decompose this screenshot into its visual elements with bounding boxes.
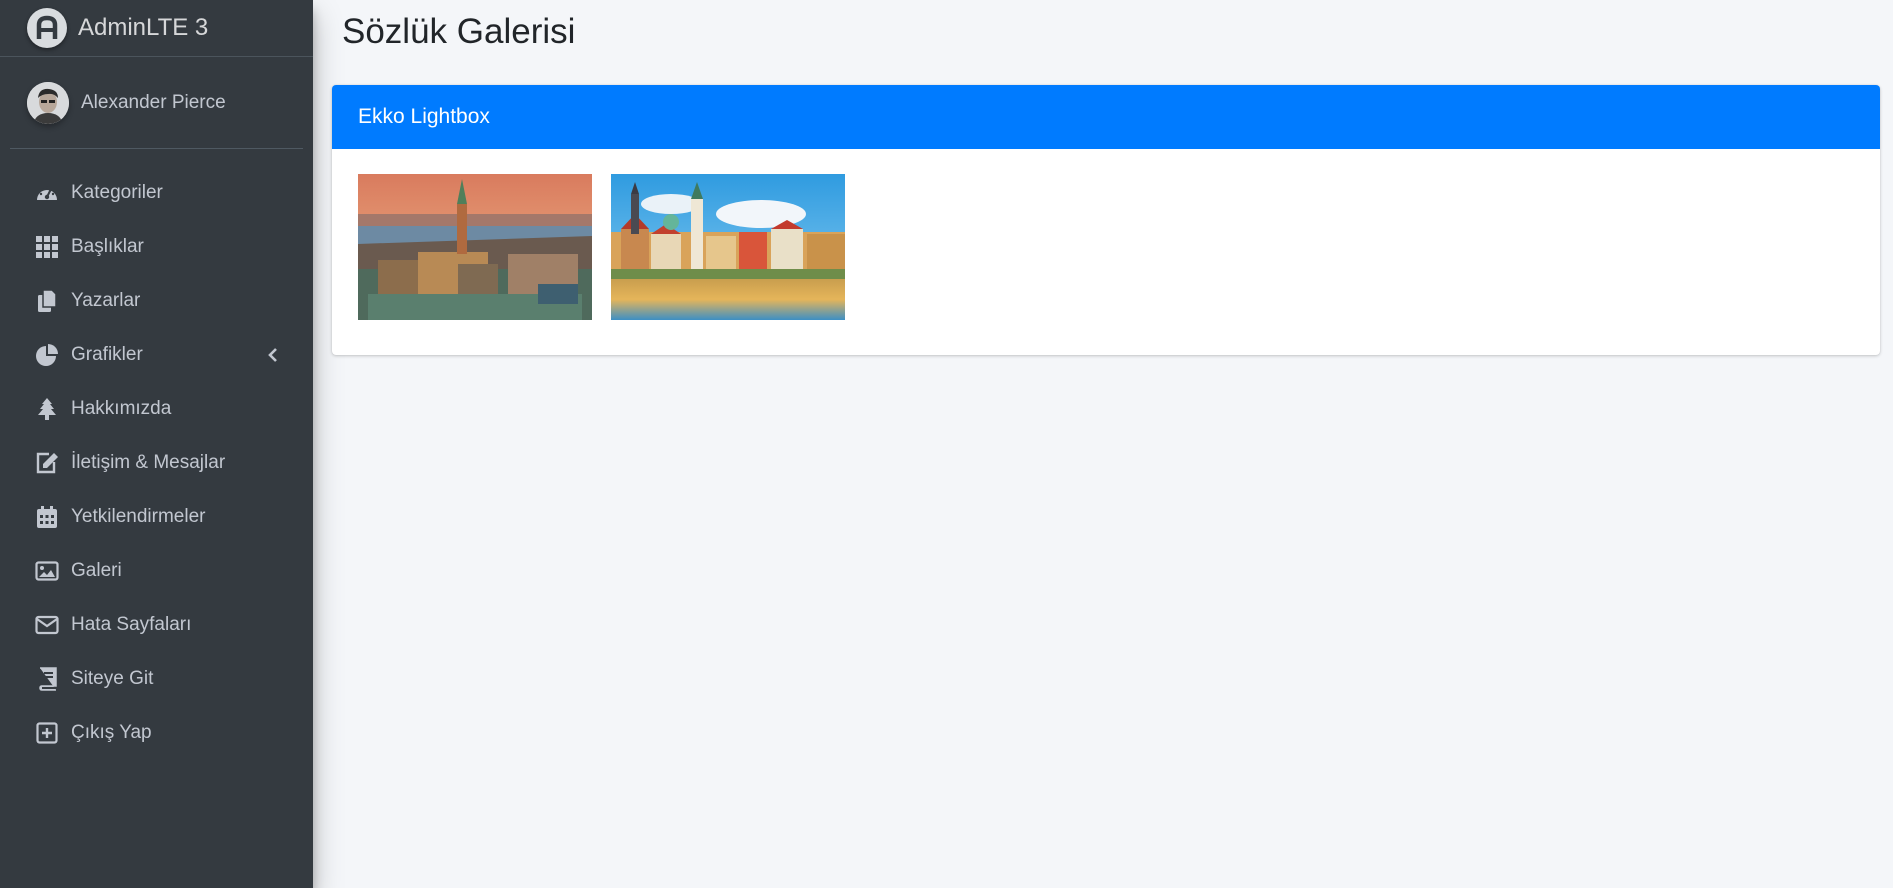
card-title: Ekko Lightbox bbox=[358, 105, 490, 128]
sidebar-item-hakkimizda[interactable]: Hakkımızda bbox=[0, 382, 313, 436]
tree-icon bbox=[35, 397, 59, 421]
calendar-icon bbox=[35, 505, 59, 529]
brand-link[interactable]: AdminLTE 3 bbox=[0, 0, 313, 57]
city-hall-sunset-photo bbox=[358, 174, 592, 320]
sidebar: AdminLTE 3 Alexander Pierce Kategoriler bbox=[0, 0, 313, 888]
sidebar-item-label: Galeri bbox=[71, 560, 122, 581]
adminlte-logo-icon bbox=[27, 8, 67, 48]
plus-square-icon bbox=[35, 721, 59, 745]
user-avatar bbox=[27, 81, 69, 124]
sidebar-item-galeri[interactable]: Galeri bbox=[0, 544, 313, 598]
book-icon bbox=[35, 667, 59, 691]
sidebar-item-kategoriler[interactable]: Kategoriler bbox=[0, 166, 313, 220]
sidebar-item-iletisim-mesajlar[interactable]: İletişim & Mesajlar bbox=[0, 436, 313, 490]
sidebar-nav: Kategoriler Başlıklar Yazarlar Grafikler bbox=[0, 166, 313, 760]
sidebar-item-label: Yazarlar bbox=[71, 290, 141, 311]
sidebar-item-label: İletişim & Mesajlar bbox=[71, 452, 226, 473]
sidebar-item-label: Yetkilendirmeler bbox=[71, 506, 206, 527]
tachometer-icon bbox=[35, 181, 59, 205]
brand-text: AdminLTE 3 bbox=[78, 14, 209, 41]
sidebar-item-yazarlar[interactable]: Yazarlar bbox=[0, 274, 313, 328]
image-icon bbox=[35, 559, 59, 583]
sidebar-item-label: Kategoriler bbox=[71, 182, 163, 203]
sidebar-item-label: Siteye Git bbox=[71, 668, 154, 689]
gallery-card: Ekko Lightbox bbox=[332, 85, 1880, 355]
sidebar-item-label: Başlıklar bbox=[71, 236, 144, 257]
sidebar-item-label: Hata Sayfaları bbox=[71, 614, 192, 635]
user-panel[interactable]: Alexander Pierce bbox=[10, 57, 303, 149]
sidebar-item-cikis-yap[interactable]: Çıkış Yap bbox=[0, 706, 313, 760]
gallery-thumbnail-riverside[interactable] bbox=[611, 174, 845, 320]
sidebar-item-label: Grafikler bbox=[71, 344, 143, 365]
sidebar-item-label: Çıkış Yap bbox=[71, 722, 152, 743]
sidebar-item-label: Hakkımızda bbox=[71, 398, 172, 419]
sidebar-item-siteye-git[interactable]: Siteye Git bbox=[0, 652, 313, 706]
edit-icon bbox=[35, 451, 59, 475]
envelope-icon bbox=[35, 613, 59, 637]
content-wrapper: Sözlük Galerisi Ekko Lightbox bbox=[313, 0, 1893, 888]
sidebar-item-hata-sayfalari[interactable]: Hata Sayfaları bbox=[0, 598, 313, 652]
card-header: Ekko Lightbox bbox=[332, 85, 1880, 149]
sidebar-item-grafikler[interactable]: Grafikler bbox=[0, 328, 313, 382]
copy-icon bbox=[35, 289, 59, 313]
gallery-thumbnail-city-hall[interactable] bbox=[358, 174, 592, 320]
riverside-old-town-photo bbox=[611, 174, 845, 320]
chevron-left-icon[interactable] bbox=[263, 345, 283, 365]
user-name: Alexander Pierce bbox=[81, 91, 226, 113]
pie-chart-icon bbox=[35, 343, 59, 367]
sidebar-item-basliklar[interactable]: Başlıklar bbox=[0, 220, 313, 274]
page-title: Sözlük Galerisi bbox=[342, 12, 576, 51]
sidebar-item-yetkilendirmeler[interactable]: Yetkilendirmeler bbox=[0, 490, 313, 544]
th-grid-icon bbox=[35, 235, 59, 259]
